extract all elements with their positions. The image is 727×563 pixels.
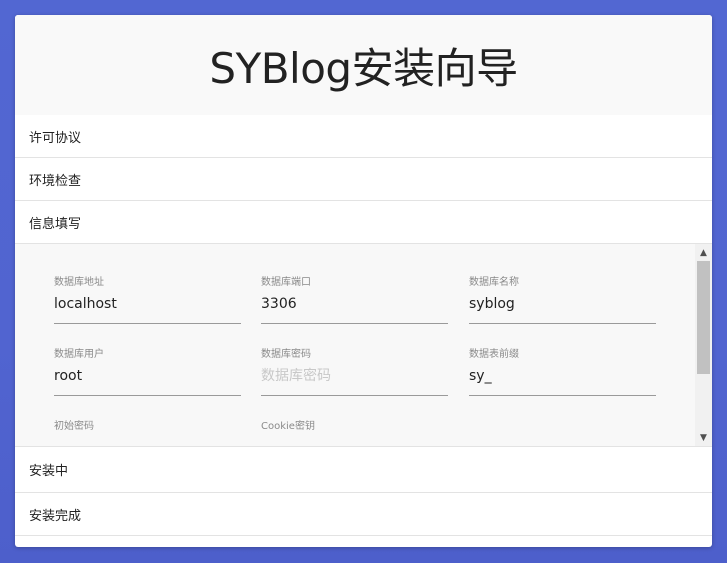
scroll-up-icon[interactable]: ▲ [695,244,712,261]
init-password-field: 初始密码 [54,420,241,446]
step-env-check[interactable]: 环境检查 [15,158,712,201]
db-password-label: 数据库密码 [261,349,311,360]
installer-card: SYBlog安装向导 许可协议 环境检查 信息填写 数据库地址 数据库端口 数据… [15,15,712,547]
db-user-label: 数据库用户 [54,349,104,360]
db-name-input[interactable] [469,290,656,324]
db-port-label: 数据库端口 [261,277,311,288]
step-label: 信息填写 [29,216,82,232]
table-prefix-label: 数据表前缀 [469,349,519,360]
step-complete[interactable]: 安装完成 [15,493,712,536]
db-host-field: 数据库地址 [54,276,241,324]
step-label: 安装中 [29,464,69,479]
scroll-thumb[interactable] [697,261,710,374]
db-host-input[interactable] [54,290,241,324]
db-name-label: 数据库名称 [469,277,519,288]
init-password-label: 初始密码 [54,421,94,432]
cookie-key-field: Cookie密钥 [261,420,448,446]
db-password-field: 数据库密码 [261,348,448,396]
step-license[interactable]: 许可协议 [15,115,712,158]
step-label: 许可协议 [29,130,82,146]
db-port-input[interactable] [261,290,448,324]
scroll-down-icon[interactable]: ▼ [695,429,712,446]
db-host-label: 数据库地址 [54,277,104,288]
step-label: 安装完成 [29,508,82,524]
info-form: 数据库地址 数据库端口 数据库名称 数据库用户 数据库密码 数据表前缀 [15,244,695,446]
step-label: 环境检查 [29,173,82,189]
table-prefix-field: 数据表前缀 [469,348,656,396]
db-user-field: 数据库用户 [54,348,241,396]
db-port-field: 数据库端口 [261,276,448,324]
db-user-input[interactable] [54,362,241,396]
panel-scrollbar[interactable]: ▲ ▼ [695,244,712,446]
step-installing[interactable]: 安装中 [15,447,712,493]
table-prefix-input[interactable] [469,362,656,396]
db-name-field: 数据库名称 [469,276,656,324]
init-password-input[interactable] [54,434,241,446]
info-panel: 数据库地址 数据库端口 数据库名称 数据库用户 数据库密码 数据表前缀 [15,244,712,447]
cookie-key-input[interactable] [261,434,448,446]
header: SYBlog安装向导 [15,15,712,115]
page-title: SYBlog安装向导 [209,43,518,93]
db-password-input[interactable] [261,362,448,396]
step-info[interactable]: 信息填写 [15,201,712,244]
cookie-key-label: Cookie密钥 [261,421,315,432]
